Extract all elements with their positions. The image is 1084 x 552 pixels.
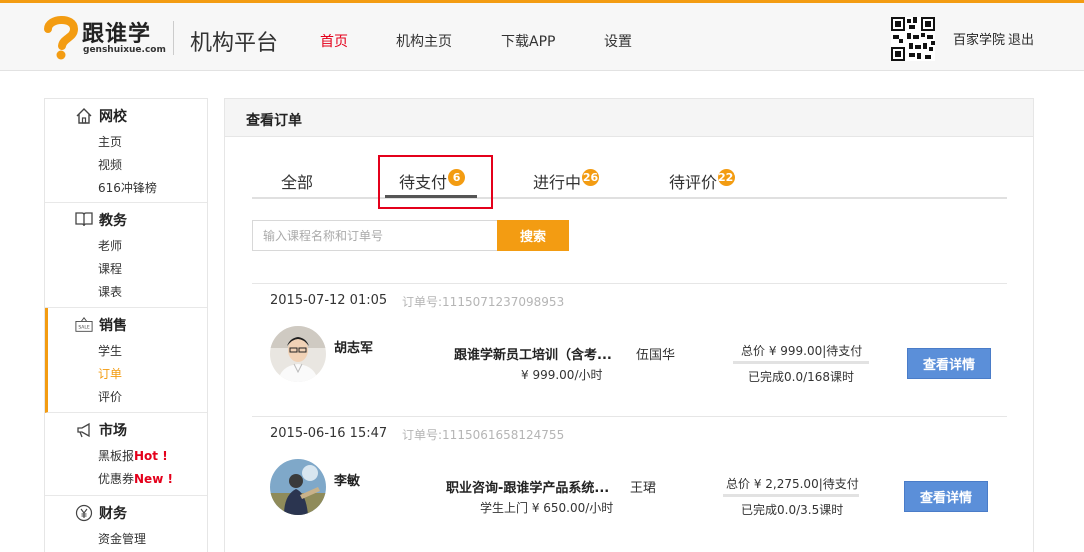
view-details-button[interactable]: 查看详情 — [904, 481, 988, 512]
sale-tag-icon: SALE — [75, 317, 93, 332]
nav-org-homepage[interactable]: 机构主页 — [396, 31, 452, 51]
sidebar-group-title: 销售 — [99, 318, 127, 334]
sidebar-item-home[interactable]: 主页 — [98, 133, 122, 150]
course-name[interactable]: 跟谁学新员工培训（含考... — [454, 344, 612, 363]
sidebar-item-students[interactable]: 学生 — [98, 342, 122, 359]
sidebar-item-reviews[interactable]: 评价 — [98, 388, 122, 405]
megaphone-icon — [77, 422, 90, 438]
search-input[interactable] — [252, 220, 497, 251]
sidebar-group-academic: 教务 老师 课程 课表 — [45, 203, 207, 308]
order-number: 订单号:1115071237098953 — [402, 295, 565, 309]
panel-header: 查看订单 — [225, 99, 1033, 137]
highlight-box — [378, 155, 493, 209]
tab-pending-review[interactable]: 待评价227 — [669, 169, 741, 193]
platform-title: 机构平台 — [190, 31, 279, 56]
teacher-name: 伍国华 — [636, 348, 676, 363]
search-button[interactable]: 搜索 — [497, 220, 569, 251]
sidebar-item-blackboard[interactable]: 黑板报Hot ! — [98, 447, 168, 464]
tabs-baseline — [252, 197, 1007, 199]
logo[interactable]: 跟谁学 genshuixue.com — [44, 14, 166, 60]
nav-settings[interactable]: 设置 — [604, 31, 632, 51]
student-name: 胡志军 — [334, 341, 374, 356]
sidebar-group-online-school: 网校 主页 视频 616冲锋榜 — [45, 99, 207, 203]
order-number: 订单号:1115061658124755 — [402, 428, 565, 442]
tab-in-progress[interactable]: 进行中 26 — [533, 169, 600, 193]
sidebar-item-video[interactable]: 视频 — [98, 156, 122, 173]
logo-question-mark-icon — [44, 16, 78, 60]
lesson-progress-text: 已完成0.0/168课时 — [748, 370, 855, 384]
new-tag: New ! — [134, 472, 173, 486]
sidebar-item-schedule[interactable]: 课表 — [98, 283, 122, 300]
sidebar-group-title: 网校 — [99, 109, 127, 125]
sidebar-group-title: 市场 — [99, 423, 127, 439]
sidebar-group-sales: SALE 销售 学生 订单 评价 — [45, 308, 207, 413]
orders-panel: 查看订单 全部 待支付6 进行中26 待评价227 搜索 2015-07-12 … — [224, 98, 1034, 552]
sidebar-item-label: 黑板报 — [98, 449, 135, 463]
tab-all[interactable]: 全部 — [281, 169, 313, 193]
sidebar: 网校 主页 视频 616冲锋榜 教务 老师 课程 课表 SALE 销售 学生 订… — [44, 98, 208, 552]
header-divider — [173, 21, 174, 55]
sidebar-item-coupons[interactable]: 优惠券New ! — [98, 470, 173, 487]
course-name[interactable]: 职业咨询-跟谁学产品系统... — [446, 477, 609, 496]
sidebar-item-ranking[interactable]: 616冲锋榜 — [98, 179, 157, 196]
logo-name: 跟谁学 — [82, 22, 152, 47]
tab-label: 全部 — [281, 173, 314, 192]
sidebar-item-label: 优惠券 — [98, 472, 135, 486]
tab-label: 待评价 — [669, 173, 718, 192]
sidebar-group-title: 教务 — [99, 213, 127, 229]
nav-download-app[interactable]: 下载APP — [501, 31, 555, 51]
logo-domain: genshuixue.com — [83, 45, 166, 55]
student-name: 李敏 — [334, 474, 361, 489]
lesson-progress-text: 已完成0.0/3.5课时 — [741, 503, 844, 517]
unit-price: 学生上门 ¥ 650.00/小时 — [480, 501, 614, 515]
sidebar-item-funds[interactable]: 资金管理 — [98, 530, 146, 547]
page-title: 查看订单 — [246, 113, 302, 129]
book-icon — [75, 212, 93, 227]
tab-label: 进行中 — [533, 173, 582, 192]
sidebar-item-teachers[interactable]: 老师 — [98, 237, 122, 254]
order-date: 2015-07-12 01:05 — [270, 293, 388, 308]
order-row: 2015-07-12 01:05 订单号:1115071237098953 胡志… — [252, 283, 1007, 416]
unit-price: ¥ 999.00/小时 — [521, 368, 603, 382]
sidebar-group-finance: 财务 资金管理 — [45, 496, 207, 552]
school-name: 百家学院 — [953, 33, 1006, 48]
lesson-progress-bar — [723, 494, 859, 497]
home-icon — [76, 108, 92, 124]
top-header: 跟谁学 genshuixue.com 机构平台 首页 机构主页 下载APP 设置… — [0, 0, 1084, 71]
sidebar-group-market: 市场 黑板报Hot ! 优惠券New ! — [45, 413, 207, 496]
lesson-progress-bar — [733, 361, 869, 364]
student-avatar[interactable] — [270, 326, 326, 382]
sidebar-group-title: 财务 — [99, 506, 127, 522]
nav-home[interactable]: 首页 — [320, 31, 348, 51]
student-avatar[interactable] — [270, 459, 326, 515]
sidebar-item-orders[interactable]: 订单 — [98, 365, 122, 382]
count-badge: 227 — [718, 169, 741, 186]
qr-code-icon[interactable] — [891, 17, 935, 61]
order-total-status: 总价 ¥ 2,275.00|待支付 — [726, 477, 859, 491]
count-badge: 26 — [582, 169, 600, 186]
view-details-button[interactable]: 查看详情 — [907, 348, 991, 379]
svg-text:SALE: SALE — [78, 325, 90, 331]
order-total-status: 总价 ¥ 999.00|待支付 — [741, 344, 863, 358]
hot-tag: Hot ! — [134, 449, 168, 463]
yuan-icon — [75, 504, 93, 522]
sidebar-item-courses[interactable]: 课程 — [98, 260, 122, 277]
order-date: 2015-06-16 15:47 — [270, 426, 388, 441]
order-row: 2015-06-16 15:47 订单号:1115061658124755 李敏… — [252, 416, 1007, 549]
teacher-name: 王珺 — [630, 481, 657, 496]
logout-link[interactable]: 退出 — [1008, 29, 1034, 48]
